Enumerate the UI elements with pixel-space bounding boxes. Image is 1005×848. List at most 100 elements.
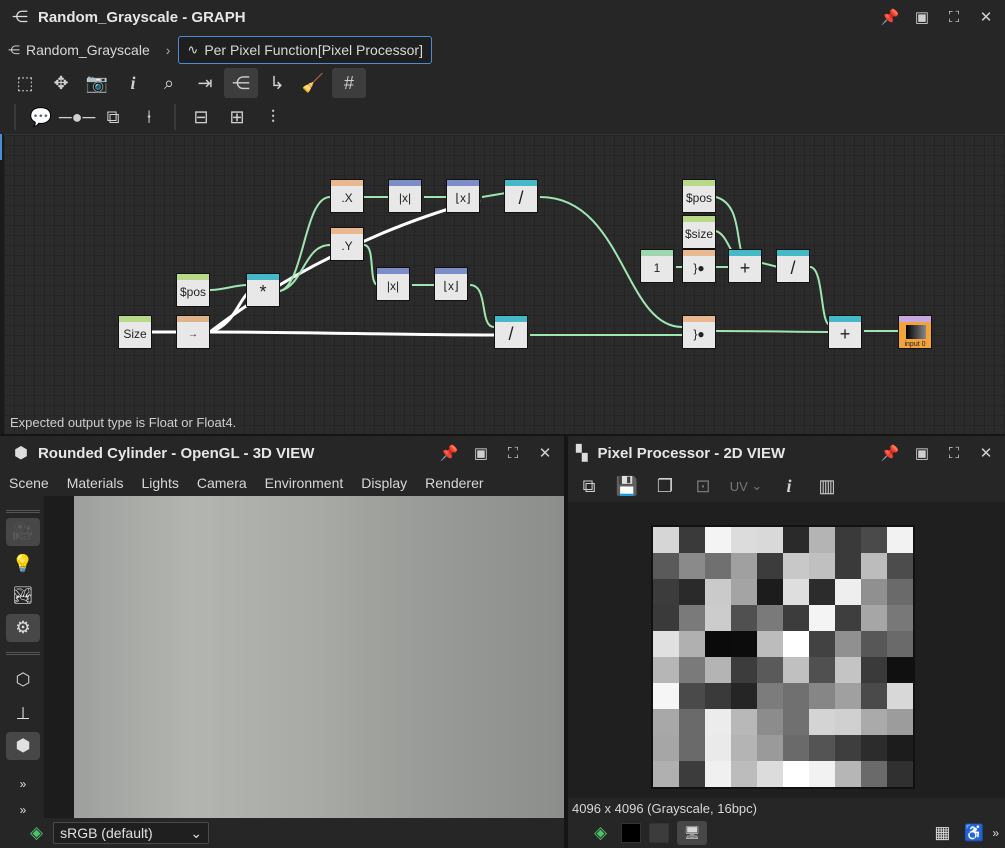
checker-icon: ▚ bbox=[576, 445, 588, 462]
node-pos[interactable]: $pos bbox=[176, 273, 210, 307]
pixel-cell bbox=[757, 527, 783, 553]
pin-icon[interactable]: 📌 bbox=[440, 444, 459, 462]
black-swatch[interactable] bbox=[621, 823, 642, 843]
restore-icon[interactable]: ▣ bbox=[472, 444, 490, 462]
node-vector-combine-2[interactable]: }● bbox=[682, 249, 716, 283]
graph-toolbar-bottom: 💬 ─●─ ⧉ ⍿ ⊟ ⊞ ⫶ bbox=[0, 100, 1005, 134]
pin-node-icon[interactable]: ⍿ bbox=[132, 102, 166, 132]
node-add-2[interactable]: + bbox=[828, 315, 862, 349]
node-output[interactable]: input 0 bbox=[898, 315, 932, 349]
node-abs-y[interactable]: |x| bbox=[376, 267, 410, 301]
pin-icon[interactable]: 📌 bbox=[881, 444, 900, 462]
menu-environment[interactable]: Environment bbox=[256, 475, 353, 491]
menu-scene[interactable]: Scene bbox=[0, 475, 58, 491]
pin-icon[interactable]: 📌 bbox=[881, 8, 900, 26]
gray-swatch[interactable] bbox=[649, 823, 670, 843]
align-horizontal-icon[interactable]: ⊟ bbox=[184, 102, 218, 132]
node-size[interactable]: Size bbox=[118, 315, 152, 349]
node-constant-1[interactable]: 1 bbox=[640, 249, 674, 283]
viewport-3d[interactable] bbox=[74, 496, 564, 818]
breadcrumb-item-graph[interactable]: ⋲ Random_Grayscale bbox=[0, 36, 158, 64]
dot-node-icon[interactable]: ─●─ bbox=[59, 102, 95, 132]
settings-icon[interactable]: ⚙ bbox=[6, 614, 40, 642]
pixel-cell bbox=[809, 735, 835, 761]
pixel-cell bbox=[809, 579, 835, 605]
node-floor-y[interactable]: ⌊x⌋ bbox=[434, 267, 468, 301]
uv-dropdown[interactable]: UV ⌄ bbox=[724, 471, 768, 501]
pixel-cell bbox=[731, 761, 757, 787]
wireframe-icon[interactable]: ⬡ bbox=[6, 666, 40, 694]
node-swizzle-x[interactable]: .X bbox=[330, 179, 364, 213]
breadcrumb-item-function[interactable]: ∿ Per Pixel Function[Pixel Processor] bbox=[178, 36, 432, 64]
node-vector-combine[interactable]: }● bbox=[682, 315, 716, 349]
close-icon[interactable]: ✕ bbox=[536, 444, 554, 462]
histogram-icon[interactable]: ▥ bbox=[810, 471, 844, 501]
pixel-cell bbox=[705, 657, 731, 683]
grid-icon[interactable]: ▦ bbox=[934, 823, 950, 843]
align-vertical-icon[interactable]: ⊞ bbox=[220, 102, 254, 132]
node-divide-y[interactable]: / bbox=[494, 315, 528, 349]
save-icon[interactable]: 💾 bbox=[610, 471, 644, 501]
node-swizzle-y[interactable]: .Y bbox=[330, 227, 364, 261]
expand-icon[interactable]: » bbox=[6, 770, 40, 798]
cleanup-icon[interactable]: 🧹 bbox=[296, 68, 330, 98]
view3d-title-bar: ⬢ Rounded Cylinder - OpenGL - 3D VIEW 📌 … bbox=[0, 436, 564, 470]
menu-renderer[interactable]: Renderer bbox=[416, 475, 492, 491]
graph-icon: ⋲ bbox=[8, 43, 20, 57]
restore-icon[interactable]: ▣ bbox=[913, 444, 931, 462]
center-icon[interactable]: ✥ bbox=[44, 68, 78, 98]
colorspace-select[interactable]: sRGB (default) ⌄ bbox=[53, 822, 210, 844]
accessibility-icon[interactable]: ♿ bbox=[964, 823, 984, 843]
node-variable-input[interactable]: → bbox=[176, 315, 210, 349]
restore-icon[interactable]: ▣ bbox=[913, 8, 931, 26]
display-icon[interactable]: 🖥 bbox=[677, 821, 708, 845]
node-abs-x[interactable]: |x| bbox=[388, 179, 422, 213]
camera-icon[interactable]: 🎥 bbox=[6, 518, 40, 546]
layers-icon[interactable]: ◈ bbox=[30, 823, 43, 843]
menu-display[interactable]: Display bbox=[352, 475, 416, 491]
tiling-icon[interactable]: ⊡ bbox=[686, 471, 720, 501]
layout-tree-icon[interactable]: ⋲ bbox=[224, 68, 258, 98]
node-floor-x[interactable]: ⌊x⌋ bbox=[446, 179, 480, 213]
connector-icon[interactable]: ↳ bbox=[260, 68, 294, 98]
cube-icon[interactable]: ⬢ bbox=[6, 732, 40, 760]
search-icon[interactable]: ⌕ bbox=[152, 68, 186, 98]
comment-icon[interactable]: 💬 bbox=[24, 102, 58, 132]
info-icon[interactable]: i bbox=[116, 68, 150, 98]
node-pos-2[interactable]: $pos bbox=[682, 179, 716, 213]
frame-all-icon[interactable]: ⬚ bbox=[8, 68, 42, 98]
camera-icon[interactable]: 📷 bbox=[80, 68, 114, 98]
export-icon[interactable]: ⧉ bbox=[572, 471, 606, 501]
node-divide-3[interactable]: / bbox=[776, 249, 810, 283]
close-icon[interactable]: ✕ bbox=[977, 8, 995, 26]
wire bbox=[279, 196, 331, 292]
pixel-cell bbox=[783, 631, 809, 657]
expand-icon[interactable]: » bbox=[992, 826, 999, 840]
maximize-icon[interactable]: ⛶ bbox=[945, 444, 963, 462]
viewport-2d[interactable] bbox=[568, 502, 1005, 798]
maximize-icon[interactable]: ⛶ bbox=[504, 444, 522, 462]
node-divide-x[interactable]: / bbox=[504, 179, 538, 213]
node-add-1[interactable]: + bbox=[728, 249, 762, 283]
menu-materials[interactable]: Materials bbox=[58, 475, 133, 491]
layers-icon[interactable]: ◈ bbox=[594, 823, 607, 843]
environment-icon[interactable]: 🏞 bbox=[6, 582, 40, 610]
maximize-icon[interactable]: ⛶ bbox=[945, 8, 963, 26]
menu-camera[interactable]: Camera bbox=[188, 475, 256, 491]
graph-canvas[interactable]: Size → $pos * .X .Y |x| ⌊x⌋ / |x| ⌊x⌋ / … bbox=[4, 134, 1005, 434]
graph-icon: ⋲ bbox=[12, 9, 28, 26]
node-size-2[interactable]: $size bbox=[682, 215, 716, 249]
light-bulb-icon[interactable]: 💡 bbox=[6, 550, 40, 578]
pixel-cell bbox=[835, 761, 861, 787]
node-multiply[interactable]: * bbox=[246, 273, 280, 307]
copy-icon[interactable]: ❐ bbox=[648, 471, 682, 501]
link-icon[interactable]: ⇥ bbox=[188, 68, 222, 98]
info-icon[interactable]: i bbox=[772, 471, 806, 501]
menu-lights[interactable]: Lights bbox=[133, 475, 188, 491]
close-icon[interactable]: ✕ bbox=[977, 444, 995, 462]
pixel-cell bbox=[783, 605, 809, 631]
frame-node-icon[interactable]: ⧉ bbox=[96, 102, 130, 132]
grid-snap-icon[interactable]: # bbox=[332, 68, 366, 98]
axis-icon[interactable]: ⊥ bbox=[6, 700, 40, 728]
distribute-icon[interactable]: ⫶ bbox=[256, 102, 290, 132]
